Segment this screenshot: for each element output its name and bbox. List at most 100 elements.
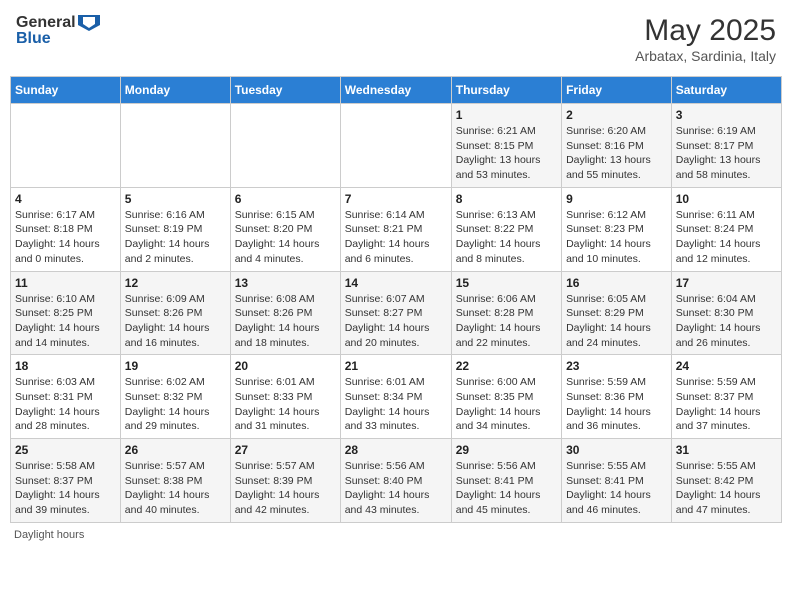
calendar-subtitle: Arbatax, Sardinia, Italy [635,48,776,64]
day-number: 15 [456,276,557,290]
day-info: Sunrise: 6:09 AM Sunset: 8:26 PM Dayligh… [125,292,226,351]
table-row [230,104,340,188]
table-row: 20Sunrise: 6:01 AM Sunset: 8:33 PM Dayli… [230,355,340,439]
table-row: 5 Sunrise: 6:16 AM Sunset: 8:19 PM Daylig… [120,187,230,271]
day-number: 6 [235,192,336,206]
table-row: 26 Sunrise: 5:57 AM Sunset: 8:38 PM Dayli… [120,439,230,523]
day-info: Sunrise: 6:11 AM Sunset: 8:24 PM Dayligh… [676,208,777,267]
day-number: 9 [566,192,667,206]
day-info: Sunrise: 5:55 AM Sunset: 8:41 PM Dayligh… [566,459,667,518]
calendar-week-row: 11 Sunrise: 6:10 AM Sunset: 8:25 PM Dayli… [11,271,782,355]
day-number: 29 [456,443,557,457]
day-info: Sunrise: 5:57 AM Sunset: 8:39 PM Dayligh… [235,459,336,518]
day-number: 2 [566,108,667,122]
calendar-week-row: 18 Sunrise: 6:03 AM Sunset: 8:31 PM Dayli… [11,355,782,439]
calendar-table: Sunday Monday Tuesday Wednesday Thursday… [10,76,782,523]
table-row: 16 Sunrise: 6:05 AM Sunset: 8:29 PM Dayli… [562,271,672,355]
day-info: Sunrise: 5:55 AM Sunset: 8:42 PM Dayligh… [676,459,777,518]
day-number: 26 [125,443,226,457]
table-row: 11 Sunrise: 6:10 AM Sunset: 8:25 PM Dayli… [11,271,121,355]
table-row: 8 Sunrise: 6:13 AM Sunset: 8:22 PM Daylig… [451,187,561,271]
table-row: 31 Sunrise: 5:55 AM Sunset: 8:42 PM Dayli… [671,439,781,523]
day-number: 31 [676,443,777,457]
table-row: 6 Sunrise: 6:15 AM Sunset: 8:20 PM Daylig… [230,187,340,271]
table-row: 9 Sunrise: 6:12 AM Sunset: 8:23 PM Daylig… [562,187,672,271]
table-row: 2 Sunrise: 6:20 AM Sunset: 8:16 PM Daylig… [562,104,672,188]
day-number: 10 [676,192,777,206]
day-number: 19 [125,359,226,373]
table-row: 7 Sunrise: 6:14 AM Sunset: 8:21 PM Daylig… [340,187,451,271]
calendar-title: May 2025 [635,14,776,48]
day-number: 30 [566,443,667,457]
day-info: Sunrise: 6:08 AM Sunset: 8:26 PM Dayligh… [235,292,336,351]
day-number: 23 [566,359,667,373]
table-row: 3 Sunrise: 6:19 AM Sunset: 8:17 PM Daylig… [671,104,781,188]
table-row: 17Sunrise: 6:04 AM Sunset: 8:30 PM Dayli… [671,271,781,355]
day-number: 27 [235,443,336,457]
table-row: 23 Sunrise: 5:59 AM Sunset: 8:36 PM Dayli… [562,355,672,439]
day-number: 3 [676,108,777,122]
table-row [340,104,451,188]
day-info: Sunrise: 6:10 AM Sunset: 8:25 PM Dayligh… [15,292,116,351]
day-number: 14 [345,276,447,290]
day-info: Sunrise: 6:04 AM Sunset: 8:30 PM Dayligh… [676,292,777,351]
day-info: Sunrise: 6:07 AM Sunset: 8:27 PM Dayligh… [345,292,447,351]
day-info: Sunrise: 6:06 AM Sunset: 8:28 PM Dayligh… [456,292,557,351]
day-number: 5 [125,192,226,206]
day-info: Sunrise: 5:57 AM Sunset: 8:38 PM Dayligh… [125,459,226,518]
day-info: Sunrise: 6:15 AM Sunset: 8:20 PM Dayligh… [235,208,336,267]
day-info: Sunrise: 6:13 AM Sunset: 8:22 PM Dayligh… [456,208,557,267]
logo-blue-text: Blue [16,30,51,48]
day-info: Sunrise: 6:19 AM Sunset: 8:17 PM Dayligh… [676,124,777,183]
day-number: 25 [15,443,116,457]
table-row: 25 Sunrise: 5:58 AM Sunset: 8:37 PM Dayli… [11,439,121,523]
table-row: 1 Sunrise: 6:21 AM Sunset: 8:15 PM Daylig… [451,104,561,188]
day-number: 7 [345,192,447,206]
table-row: 19 Sunrise: 6:02 AM Sunset: 8:32 PM Dayli… [120,355,230,439]
day-info: Sunrise: 6:17 AM Sunset: 8:18 PM Dayligh… [15,208,116,267]
table-row: 30 Sunrise: 5:55 AM Sunset: 8:41 PM Dayli… [562,439,672,523]
header-wednesday: Wednesday [340,77,451,104]
logo-arrow-icon [78,15,100,31]
table-row: 18 Sunrise: 6:03 AM Sunset: 8:31 PM Dayli… [11,355,121,439]
header-thursday: Thursday [451,77,561,104]
table-row: 15 Sunrise: 6:06 AM Sunset: 8:28 PM Dayli… [451,271,561,355]
day-info: Sunrise: 6:05 AM Sunset: 8:29 PM Dayligh… [566,292,667,351]
day-info: Sunrise: 5:59 AM Sunset: 8:36 PM Dayligh… [566,375,667,434]
day-info: Sunrise: 6:01 AM Sunset: 8:34 PM Dayligh… [345,375,447,434]
header-friday: Friday [562,77,672,104]
day-number: 8 [456,192,557,206]
day-info: Sunrise: 6:16 AM Sunset: 8:19 PM Dayligh… [125,208,226,267]
day-info: Sunrise: 6:20 AM Sunset: 8:16 PM Dayligh… [566,124,667,183]
day-info: Sunrise: 5:58 AM Sunset: 8:37 PM Dayligh… [15,459,116,518]
table-row: 24Sunrise: 5:59 AM Sunset: 8:37 PM Dayli… [671,355,781,439]
header-tuesday: Tuesday [230,77,340,104]
table-row: 10 Sunrise: 6:11 AM Sunset: 8:24 PM Dayli… [671,187,781,271]
calendar-header-row: Sunday Monday Tuesday Wednesday Thursday… [11,77,782,104]
day-number: 22 [456,359,557,373]
day-number: 16 [566,276,667,290]
day-info: Sunrise: 6:02 AM Sunset: 8:32 PM Dayligh… [125,375,226,434]
day-number: 4 [15,192,116,206]
calendar-week-row: 25 Sunrise: 5:58 AM Sunset: 8:37 PM Dayli… [11,439,782,523]
day-number: 18 [15,359,116,373]
table-row [120,104,230,188]
day-info: Sunrise: 5:56 AM Sunset: 8:40 PM Dayligh… [345,459,447,518]
day-number: 11 [15,276,116,290]
day-number: 21 [345,359,447,373]
day-number: 1 [456,108,557,122]
calendar-week-row: 4 Sunrise: 6:17 AM Sunset: 8:18 PM Daylig… [11,187,782,271]
day-info: Sunrise: 6:14 AM Sunset: 8:21 PM Dayligh… [345,208,447,267]
day-info: Sunrise: 6:03 AM Sunset: 8:31 PM Dayligh… [15,375,116,434]
day-info: Sunrise: 6:00 AM Sunset: 8:35 PM Dayligh… [456,375,557,434]
day-info: Sunrise: 6:12 AM Sunset: 8:23 PM Dayligh… [566,208,667,267]
table-row: 13Sunrise: 6:08 AM Sunset: 8:26 PM Dayli… [230,271,340,355]
calendar-week-row: 1 Sunrise: 6:21 AM Sunset: 8:15 PM Daylig… [11,104,782,188]
table-row: 27 Sunrise: 5:57 AM Sunset: 8:39 PM Dayli… [230,439,340,523]
day-info: Sunrise: 6:21 AM Sunset: 8:15 PM Dayligh… [456,124,557,183]
day-number: 28 [345,443,447,457]
header-monday: Monday [120,77,230,104]
day-number: 24 [676,359,777,373]
table-row: 21 Sunrise: 6:01 AM Sunset: 8:34 PM Dayli… [340,355,451,439]
table-row: 29Sunrise: 5:56 AM Sunset: 8:41 PM Dayli… [451,439,561,523]
